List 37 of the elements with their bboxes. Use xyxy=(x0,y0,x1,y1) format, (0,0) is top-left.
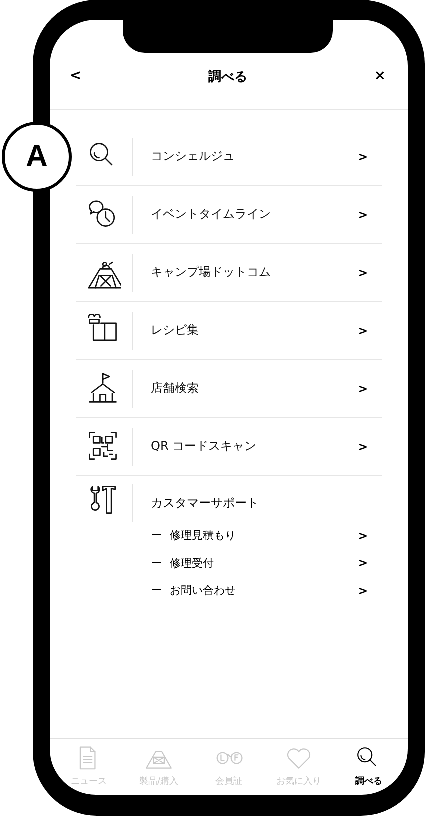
submenu-label: 修理見積もり xyxy=(170,528,237,544)
menu-label: QR コードスキャン xyxy=(151,438,258,455)
menu-item[interactable]: QR コードスキャン > xyxy=(76,418,382,476)
chevron: > xyxy=(358,382,368,396)
dash-marker: ー xyxy=(151,556,162,571)
menu-item[interactable]: キャンプ場ドットコム > xyxy=(76,244,382,302)
menu-item[interactable]: コンシェルジュ > xyxy=(76,128,382,186)
menu-label: 店舗検索 xyxy=(151,380,200,397)
submenu-item[interactable]: ー 修理受付 > xyxy=(151,550,382,577)
menu-label: イベントタイムライン xyxy=(151,206,272,223)
menu-label: レシピ集 xyxy=(151,322,200,339)
menu-item[interactable]: イベントタイムライン > xyxy=(76,186,382,244)
tab-label: 調べる xyxy=(356,775,382,788)
submenu-item[interactable]: ー 修理見積もり > xyxy=(151,522,382,550)
tab[interactable]: 調べる xyxy=(334,739,404,795)
submenu-label: お問い合わせ xyxy=(170,583,237,598)
chevron: > xyxy=(358,150,368,164)
chevron: > xyxy=(358,528,368,543)
back-button[interactable]: < xyxy=(70,68,82,84)
chevron: > xyxy=(358,208,368,222)
menu-item[interactable]: レシピ集 > xyxy=(76,302,382,360)
submenu-label: 修理受付 xyxy=(170,556,215,571)
chevron: > xyxy=(358,584,368,598)
menu-label: キャンプ場ドットコム xyxy=(151,264,272,281)
chevron: > xyxy=(358,266,368,280)
chevron: > xyxy=(358,556,368,570)
chevron: > xyxy=(358,440,368,454)
menu-label: コンシェルジュ xyxy=(151,148,236,165)
menu-group-title: カスタマーサポート xyxy=(151,495,259,512)
callout-badge: A xyxy=(2,122,72,192)
chevron: > xyxy=(358,324,368,338)
menu-item[interactable]: 店舗検索 > xyxy=(76,360,382,418)
dash-marker: ー xyxy=(151,583,162,598)
submenu-item[interactable]: ー お問い合わせ > xyxy=(151,577,382,604)
page-title: 調べる xyxy=(208,68,248,86)
close-button[interactable]: × xyxy=(374,68,386,84)
dash-marker: ー xyxy=(151,528,162,544)
